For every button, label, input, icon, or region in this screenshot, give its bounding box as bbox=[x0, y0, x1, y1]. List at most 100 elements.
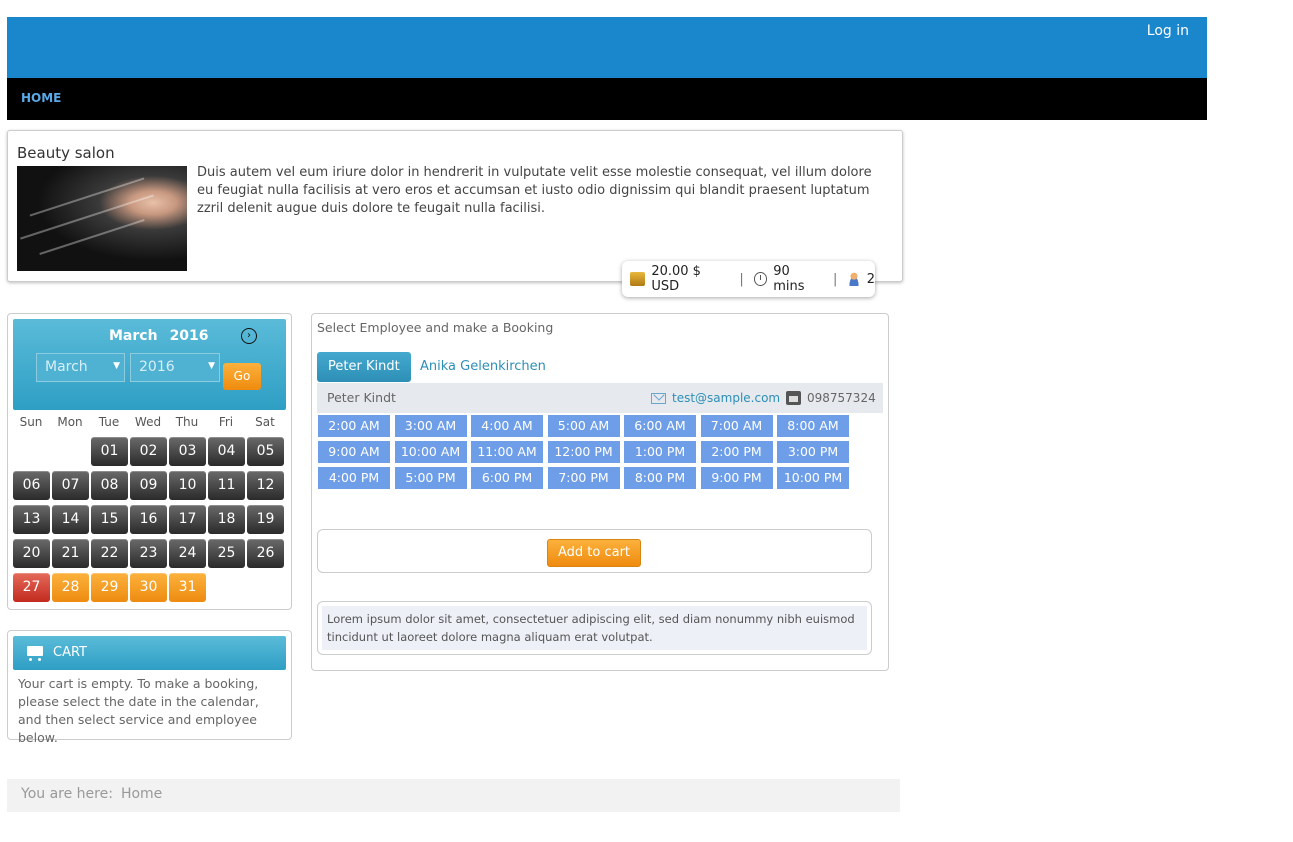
weekday-label: Sat bbox=[255, 415, 275, 429]
calendar-panel: March 2016 › March ▼ 2016 ▼ Go Sun Mon Tue W… bbox=[7, 313, 292, 610]
calendar-day[interactable]: 21 bbox=[52, 539, 89, 568]
weekday-label: Fri bbox=[218, 415, 234, 429]
calendar-day[interactable]: 06 bbox=[13, 471, 50, 500]
service-meta: 20.00 $ USD | 90 mins | 2 bbox=[622, 261, 875, 297]
calendar-day[interactable]: 22 bbox=[91, 539, 128, 568]
booking-note-box: Lorem ipsum dolor sit amet, consectetuer… bbox=[317, 601, 872, 655]
booking-panel: Select Employee and make a Booking Peter… bbox=[311, 313, 889, 671]
breadcrumb-home-link[interactable]: Home bbox=[121, 786, 162, 802]
time-slot-button[interactable]: 4:00 PM bbox=[318, 467, 390, 489]
tab-employee-peter[interactable]: Peter Kindt bbox=[317, 352, 411, 382]
calendar-day[interactable]: 26 bbox=[247, 539, 284, 568]
calendar-day[interactable]: 03 bbox=[169, 437, 206, 466]
chevron-down-icon: ▼ bbox=[208, 361, 215, 371]
time-slot-button[interactable]: 4:00 AM bbox=[471, 415, 543, 437]
booking-title: Select Employee and make a Booking bbox=[317, 320, 554, 335]
time-slot-button[interactable]: 2:00 PM bbox=[700, 441, 773, 463]
time-slot-button[interactable]: 6:00 PM bbox=[471, 467, 543, 489]
booking-note: Lorem ipsum dolor sit amet, consectetuer… bbox=[322, 606, 867, 650]
time-slot-button[interactable]: 5:00 PM bbox=[394, 467, 467, 489]
time-slot-button[interactable]: 9:00 PM bbox=[700, 467, 773, 489]
time-slot-button[interactable]: 2:00 AM bbox=[318, 415, 390, 437]
time-slot-button[interactable]: 10:00 PM bbox=[777, 467, 849, 489]
year-select[interactable]: 2016 ▼ bbox=[130, 353, 220, 382]
service-description: Duis autem vel eum iriure dolor in hendr… bbox=[197, 165, 872, 216]
calendar-day[interactable]: 09 bbox=[130, 471, 167, 500]
calendar-day[interactable]: 30 bbox=[130, 573, 167, 602]
tab-employee-anika[interactable]: Anika Gelenkirchen bbox=[409, 352, 557, 382]
calendar-day[interactable]: 24 bbox=[169, 539, 206, 568]
add-to-cart-button[interactable]: Add to cart bbox=[547, 539, 641, 567]
time-slot-button[interactable]: 8:00 PM bbox=[624, 467, 696, 489]
time-slot-button[interactable]: 7:00 AM bbox=[700, 415, 773, 437]
calendar-day[interactable]: 01 bbox=[91, 437, 128, 466]
time-slot-button[interactable]: 3:00 AM bbox=[394, 415, 467, 437]
time-slot-button[interactable]: 1:00 PM bbox=[624, 441, 696, 463]
weekday-label: Tue bbox=[98, 415, 120, 429]
calendar-day[interactable]: 13 bbox=[13, 505, 50, 534]
calendar-day[interactable]: 27 bbox=[13, 573, 50, 602]
calendar-day[interactable]: 02 bbox=[130, 437, 167, 466]
mail-icon bbox=[651, 393, 666, 404]
time-slot-button[interactable]: 9:00 AM bbox=[318, 441, 390, 463]
calendar-day[interactable]: 19 bbox=[247, 505, 284, 534]
employee-info-bar: Peter Kindt test@sample.com 098757324 bbox=[317, 383, 883, 413]
employee-name: Peter Kindt bbox=[327, 390, 396, 405]
weekday-label: Mon bbox=[57, 415, 83, 429]
year-select-value: 2016 bbox=[139, 359, 175, 375]
cart-panel: CART Your cart is empty. To make a booki… bbox=[7, 630, 292, 745]
time-slot-button[interactable]: 11:00 AM bbox=[471, 441, 543, 463]
calendar-month: March bbox=[109, 328, 158, 344]
calendar-day[interactable]: 20 bbox=[13, 539, 50, 568]
clock-icon bbox=[753, 272, 768, 286]
month-select[interactable]: March ▼ bbox=[36, 353, 125, 382]
calendar-day[interactable]: 18 bbox=[208, 505, 245, 534]
separator: | bbox=[739, 271, 744, 287]
calendar-day[interactable]: 25 bbox=[208, 539, 245, 568]
cart-header: CART bbox=[13, 636, 286, 670]
time-slot-button[interactable]: 6:00 AM bbox=[624, 415, 696, 437]
calendar-day[interactable]: 29 bbox=[91, 573, 128, 602]
weekday-label: Sun bbox=[19, 415, 43, 429]
calendar-day[interactable]: 28 bbox=[52, 573, 89, 602]
time-slot-button[interactable]: 8:00 AM bbox=[777, 415, 849, 437]
calendar-day[interactable]: 15 bbox=[91, 505, 128, 534]
person-icon bbox=[847, 272, 861, 286]
calendar-day[interactable]: 14 bbox=[52, 505, 89, 534]
cart-empty-text: Your cart is empty. To make a booking, p… bbox=[18, 676, 259, 745]
calendar-day[interactable]: 16 bbox=[130, 505, 167, 534]
calendar-day[interactable]: 05 bbox=[247, 437, 284, 466]
time-slot-button[interactable]: 12:00 PM bbox=[547, 441, 620, 463]
login-link[interactable]: Log in bbox=[1147, 23, 1189, 39]
time-slot-button[interactable]: 3:00 PM bbox=[777, 441, 849, 463]
service-duration: 90 mins bbox=[773, 264, 805, 294]
calendar-day[interactable]: 07 bbox=[52, 471, 89, 500]
go-button[interactable]: Go bbox=[223, 363, 261, 390]
coins-icon bbox=[630, 272, 646, 286]
calendar-title: March 2016 bbox=[109, 328, 209, 344]
top-header: Log in bbox=[7, 17, 1207, 78]
service-title: Beauty salon bbox=[17, 144, 115, 162]
separator: | bbox=[832, 271, 838, 287]
calendar-day[interactable]: 10 bbox=[169, 471, 206, 500]
calendar-day[interactable]: 04 bbox=[208, 437, 245, 466]
cart-icon bbox=[25, 644, 45, 662]
weekday-label: Wed bbox=[134, 415, 162, 429]
employee-phone: 098757324 bbox=[807, 391, 876, 405]
time-slot-button[interactable]: 7:00 PM bbox=[547, 467, 620, 489]
calendar-day[interactable]: 17 bbox=[169, 505, 206, 534]
calendar-day[interactable]: 31 bbox=[169, 573, 206, 602]
service-image bbox=[17, 166, 187, 271]
next-month-icon[interactable]: › bbox=[241, 328, 257, 344]
service-capacity: 2 bbox=[866, 271, 875, 287]
employee-email-link[interactable]: test@sample.com bbox=[672, 391, 780, 405]
menu-item-home[interactable]: HOME bbox=[21, 91, 61, 105]
calendar-day[interactable]: 12 bbox=[247, 471, 284, 500]
calendar-day[interactable]: 08 bbox=[91, 471, 128, 500]
calendar-day[interactable]: 11 bbox=[208, 471, 245, 500]
time-slot-button[interactable]: 10:00 AM bbox=[394, 441, 467, 463]
calendar-day[interactable]: 23 bbox=[130, 539, 167, 568]
cart-title: CART bbox=[53, 645, 87, 660]
time-slot-button[interactable]: 5:00 AM bbox=[547, 415, 620, 437]
add-to-cart-area: Add to cart bbox=[317, 529, 872, 573]
